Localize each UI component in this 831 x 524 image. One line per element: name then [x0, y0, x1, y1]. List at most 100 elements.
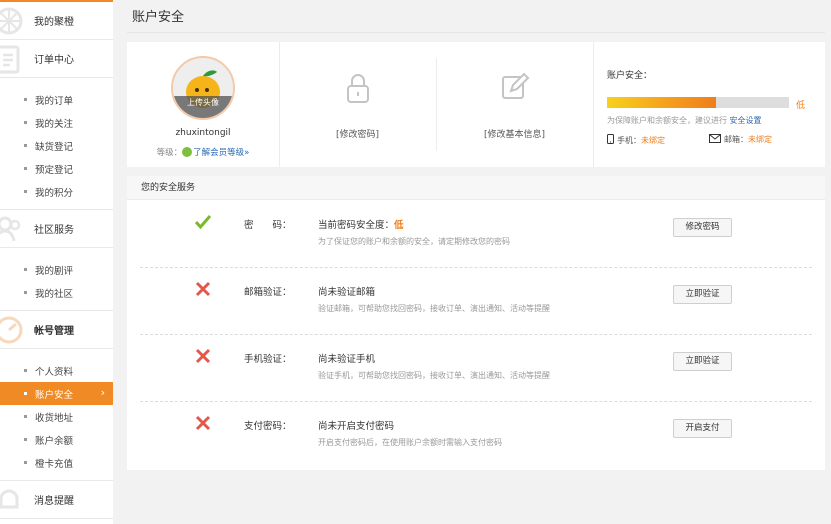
sidebar-item-my-follows[interactable]: 我的关注 [0, 111, 113, 134]
level-label: 等级： [156, 148, 183, 158]
cross-icon [195, 281, 211, 297]
security-title: 账户安全： [607, 71, 653, 81]
service-label: 邮箱验证： [244, 287, 292, 298]
avatar[interactable]: 上传头像 [171, 56, 235, 120]
sidebar-item-my-reviews[interactable]: 我的剧评 [0, 258, 113, 281]
service-label: 密 码： [244, 220, 292, 231]
bullet-icon [24, 438, 27, 441]
email-status[interactable]: 未绑定 [748, 135, 772, 144]
sidebar-section-label: 订单中心 [34, 55, 74, 66]
edit-info-tool[interactable]: [修改基本信息] [436, 42, 593, 167]
check-icon [195, 215, 211, 230]
smiley-icon [182, 147, 193, 157]
sidebar-section-order-center[interactable]: 订单中心 [0, 40, 113, 78]
people-icon [0, 216, 21, 242]
bullet-icon [24, 144, 27, 147]
security-level-fill [607, 97, 717, 108]
change-password-link[interactable]: [修改密码] [279, 127, 436, 140]
bullet-icon [24, 268, 27, 271]
enable-payment-button[interactable]: 开启支付 [673, 419, 732, 438]
bullet-icon [24, 167, 27, 170]
security-summary: 账户安全： 低 为保障账户和余额安全，建议进行 安全设置 手机：未绑定 邮箱：未… [593, 42, 825, 167]
phone-icon [607, 134, 614, 144]
sidebar-section-account[interactable]: 帐号管理 [0, 311, 113, 349]
service-status-prefix: 当前密码安全度： [318, 220, 395, 231]
account-overview-card: 上传头像 zhuxintongil 等级： 了解会员等级» [修改密码] [修改基… [127, 42, 825, 167]
service-label: 手机验证： [244, 354, 292, 365]
page-title: 账户安全 [127, 0, 825, 33]
bullet-icon [24, 369, 27, 372]
service-description: 为了保证您的账户和余额的安全，请定期修改您的密码 [318, 237, 510, 246]
change-password-button[interactable]: 修改密码 [673, 218, 732, 237]
sidebar-item-reservation[interactable]: 预定登记 [0, 157, 113, 180]
phone-label: 手机： [617, 136, 641, 145]
mail-icon [709, 134, 721, 143]
sidebar-section-label: 我的聚橙 [34, 17, 74, 28]
security-tip-text: 为保障账户和余额安全，建议进行 [607, 116, 727, 125]
security-tip: 为保障账户和余额安全，建议进行 安全设置 [607, 115, 762, 126]
bullet-icon [24, 461, 27, 464]
service-row-phone: 手机验证： 尚未验证手机 验证手机，可帮助您找回密码，接收订单、演出通知、活动等… [127, 335, 825, 402]
phone-binding: 手机：未绑定 [607, 134, 665, 146]
sidebar-item-addresses[interactable]: 收货地址 [0, 405, 113, 428]
service-description: 验证邮箱，可帮助您找回密码，接收订单、演出通知、活动等提醒 [318, 304, 550, 313]
sidebar-item-profile[interactable]: 个人资料 [0, 359, 113, 382]
change-password-tool[interactable]: [修改密码] [279, 42, 436, 167]
bullet-icon [24, 190, 27, 193]
sidebar-item-card-recharge[interactable]: 橙卡充值 [0, 451, 113, 474]
cross-icon [195, 348, 211, 364]
sidebar-section-my-orange[interactable]: 我的聚橙 [0, 2, 113, 40]
sidebar-item-label: 账户余额 [35, 435, 74, 447]
edit-info-link[interactable]: [修改基本信息] [436, 127, 593, 140]
sidebar-item-label: 我的剧评 [35, 265, 74, 277]
service-description: 开启支付密码后，在使用账户余额时需输入支付密码 [318, 438, 502, 447]
email-binding: 邮箱：未绑定 [709, 134, 772, 145]
sidebar-item-account-security[interactable]: 账户安全 › [0, 382, 113, 405]
document-icon [0, 45, 20, 74]
upload-avatar-label[interactable]: 上传头像 [173, 96, 233, 118]
sidebar: 我的聚橙 订单中心 我的订单 我的关注 缺货登记 预定登记 我的积分 社区服务 … [0, 0, 113, 524]
sidebar-item-my-points[interactable]: 我的积分 [0, 180, 113, 203]
username: zhuxintongil [175, 128, 231, 138]
member-level: 等级： 了解会员等级» [127, 146, 279, 158]
sidebar-item-balance[interactable]: 账户余额 [0, 428, 113, 451]
member-level-link[interactable]: 了解会员等级» [193, 148, 249, 158]
security-level-bar [607, 97, 789, 108]
sidebar-item-label: 预定登记 [35, 164, 74, 176]
bullet-icon [24, 291, 27, 294]
bullet-icon [24, 415, 27, 418]
verify-email-button[interactable]: 立即验证 [673, 285, 732, 304]
sidebar-section-label: 消息提醒 [34, 496, 74, 507]
bell-icon [0, 489, 19, 509]
sidebar-section-label: 帐号管理 [34, 326, 74, 337]
sidebar-item-label: 我的订单 [35, 95, 74, 107]
profile-panel: 上传头像 zhuxintongil 等级： 了解会员等级» [127, 42, 279, 167]
bullet-icon [24, 98, 27, 101]
sidebar-item-label: 橙卡充值 [35, 458, 74, 470]
sidebar-account-list: 个人资料 账户安全 › 收货地址 账户余额 橙卡充值 [0, 349, 113, 481]
service-row-email: 邮箱验证： 尚未验证邮箱 验证邮箱，可帮助您找回密码，接收订单、演出通知、活动等… [127, 268, 825, 335]
service-status: 当前密码安全度：低 [318, 217, 404, 231]
security-settings-link[interactable]: 安全设置 [730, 116, 762, 125]
sidebar-item-my-orders[interactable]: 我的订单 [0, 88, 113, 111]
sidebar-section-label: 社区服务 [34, 225, 74, 236]
service-description: 验证手机，可帮助您找回密码，接收订单、演出通知、活动等提醒 [318, 371, 550, 380]
service-row-payment-password: 支付密码： 尚未开启支付密码 开启支付密码后，在使用账户余额时需输入支付密码 开… [127, 402, 825, 469]
sidebar-item-out-of-stock[interactable]: 缺货登记 [0, 134, 113, 157]
sidebar-section-messages[interactable]: 消息提醒 [0, 481, 113, 519]
bullet-icon [24, 121, 27, 124]
sidebar-item-label: 我的关注 [35, 118, 74, 130]
verify-phone-button[interactable]: 立即验证 [673, 352, 732, 371]
sidebar-item-label: 缺货登记 [35, 141, 74, 153]
security-services: 您的安全服务 密 码： 当前密码安全度：低 为了保证您的账户和余额的安全，请定期… [127, 176, 825, 470]
password-strength: 低 [394, 220, 404, 231]
phone-status[interactable]: 未绑定 [641, 136, 665, 145]
sidebar-item-my-community[interactable]: 我的社区 [0, 281, 113, 304]
sidebar-order-list: 我的订单 我的关注 缺货登记 预定登记 我的积分 [0, 78, 113, 210]
service-label: 支付密码： [244, 421, 292, 432]
sidebar-item-label: 我的积分 [35, 187, 74, 199]
service-status: 尚未验证邮箱 [318, 287, 376, 298]
sidebar-item-label: 收货地址 [35, 412, 74, 424]
sidebar-section-community[interactable]: 社区服务 [0, 210, 113, 248]
cross-icon [195, 415, 211, 431]
